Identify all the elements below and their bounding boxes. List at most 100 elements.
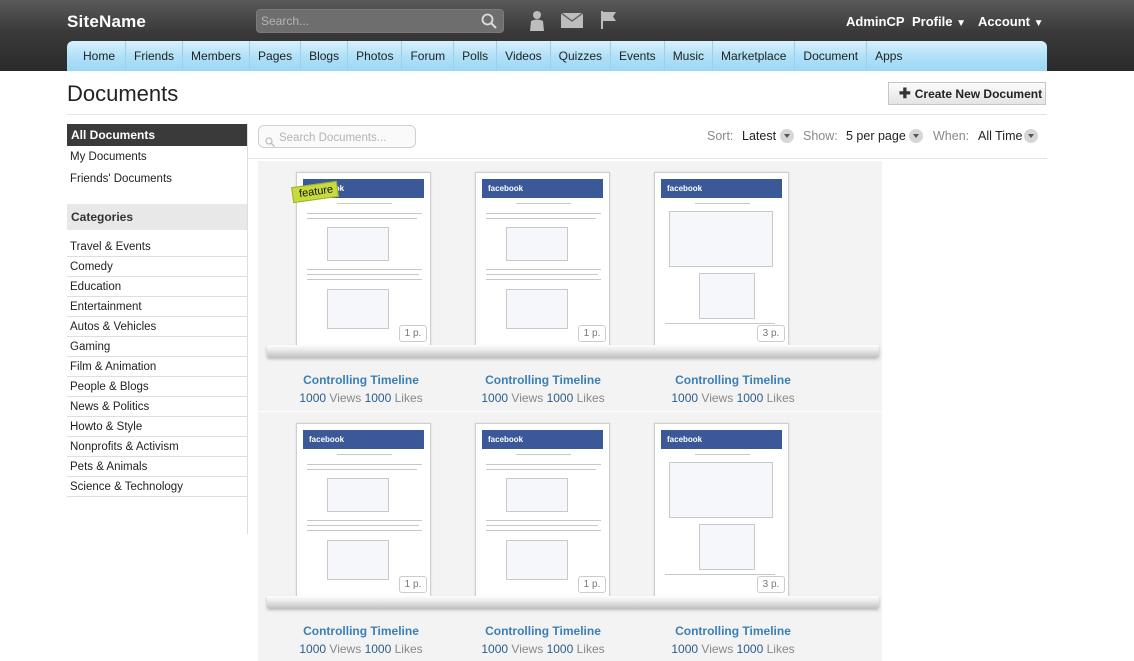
views-label: Views xyxy=(329,391,362,405)
thumbnail-header: facebook xyxy=(482,179,603,198)
account-menu[interactable]: Account ▼ xyxy=(978,14,1044,29)
category-item[interactable]: News & Politics xyxy=(67,397,247,417)
category-item[interactable]: People & Blogs xyxy=(67,377,247,397)
nav-videos[interactable]: Videos xyxy=(497,41,551,71)
views-count: 1000 xyxy=(481,642,509,656)
sidebar-item-my-documents[interactable]: My Documents xyxy=(67,146,247,168)
nav-marketplace[interactable]: Marketplace xyxy=(713,41,796,71)
category-item[interactable]: Pets & Animals xyxy=(67,457,247,477)
friends-icon[interactable] xyxy=(527,10,547,36)
admincp-link[interactable]: AdminCP xyxy=(846,14,905,29)
site-logo[interactable]: SiteName xyxy=(67,12,146,32)
category-item[interactable]: Autos & Vehicles xyxy=(67,317,247,337)
likes-count: 1000 xyxy=(546,642,574,656)
likes-label: Likes xyxy=(576,391,605,405)
nav-events[interactable]: Events xyxy=(611,41,665,71)
category-list: Travel & Events Comedy Education Enterta… xyxy=(67,237,247,497)
page-count-badge: 1 p. xyxy=(399,576,427,593)
views-count: 1000 xyxy=(299,391,327,405)
document-thumbnail[interactable]: facebook 3 p. xyxy=(654,172,789,346)
nav-document[interactable]: Document xyxy=(795,41,868,71)
document-title-link[interactable]: Controlling Timeline xyxy=(648,624,818,638)
likes-label: Likes xyxy=(576,642,605,656)
nav-friends[interactable]: Friends xyxy=(126,41,184,71)
category-item[interactable]: Nonprofits & Activism xyxy=(67,437,247,457)
document-title-link[interactable]: Controlling Timeline xyxy=(276,373,446,387)
nav-polls[interactable]: Polls xyxy=(454,41,498,71)
chevron-down-icon[interactable] xyxy=(1024,129,1038,143)
nav-pages[interactable]: Pages xyxy=(250,41,302,71)
document-title-link[interactable]: Controlling Timeline xyxy=(648,373,818,387)
account-label: Account xyxy=(978,14,1030,29)
document-title-link[interactable]: Controlling Timeline xyxy=(458,373,628,387)
document-search-input[interactable] xyxy=(259,127,415,149)
plus-icon: ✚ xyxy=(899,85,911,101)
category-item[interactable]: Entertainment xyxy=(67,297,247,317)
document-title-link[interactable]: Controlling Timeline xyxy=(458,624,628,638)
views-label: Views xyxy=(511,391,544,405)
document-stats: 1000 Views 1000 Likes xyxy=(276,391,446,405)
category-item[interactable]: Howto & Style xyxy=(67,417,247,437)
thumbnail-header: facebook xyxy=(482,430,603,449)
views-label: Views xyxy=(701,391,734,405)
flag-icon[interactable] xyxy=(600,10,618,34)
sort-select[interactable]: Latest xyxy=(742,129,776,143)
nav-blogs[interactable]: Blogs xyxy=(301,41,349,71)
document-thumbnail[interactable]: facebook 3 p. xyxy=(654,423,789,597)
sidebar-item-all-documents[interactable]: All Documents xyxy=(67,124,247,146)
category-item[interactable]: Science & Technology xyxy=(67,477,247,497)
profile-label: Profile xyxy=(912,14,953,29)
category-item[interactable]: Education xyxy=(67,277,247,297)
category-item[interactable]: Travel & Events xyxy=(67,237,247,257)
document-stats: 1000 Views 1000 Likes xyxy=(458,642,628,656)
views-count: 1000 xyxy=(481,391,509,405)
document-stats: 1000 Views 1000 Likes xyxy=(458,391,628,405)
document-stats: 1000 Views 1000 Likes xyxy=(648,642,818,656)
site-search-input[interactable] xyxy=(257,10,477,32)
mail-icon[interactable] xyxy=(560,12,584,32)
likes-count: 1000 xyxy=(546,391,574,405)
chevron-down-icon: ▼ xyxy=(1033,18,1044,29)
category-item[interactable]: Gaming xyxy=(67,337,247,357)
sidebar: All Documents My Documents Friends' Docu… xyxy=(67,124,248,534)
nav-music[interactable]: Music xyxy=(665,41,714,71)
profile-menu[interactable]: Profile ▼ xyxy=(912,14,966,29)
shelf-board xyxy=(267,345,879,357)
document-thumbnail[interactable]: facebook 1 p. xyxy=(296,423,431,597)
search-icon[interactable] xyxy=(481,13,497,33)
document-thumbnail[interactable]: facebook 1 p. xyxy=(475,423,610,597)
when-label: When: xyxy=(933,129,970,143)
chevron-down-icon[interactable] xyxy=(909,129,923,143)
main-nav: Home Friends Members Pages Blogs Photos … xyxy=(67,41,1047,71)
sidebar-item-friends-documents[interactable]: Friends' Documents xyxy=(67,168,247,190)
likes-label: Likes xyxy=(394,642,423,656)
likes-count: 1000 xyxy=(364,391,392,405)
views-count: 1000 xyxy=(299,642,327,656)
likes-label: Likes xyxy=(394,391,423,405)
document-thumbnail[interactable]: facebook 1 p. xyxy=(475,172,610,346)
thumbnail-header: facebook xyxy=(661,430,782,449)
chevron-down-icon: ▼ xyxy=(956,18,966,29)
nav-photos[interactable]: Photos xyxy=(348,41,403,71)
chevron-down-icon[interactable] xyxy=(780,129,794,143)
page-count-badge: 3 p. xyxy=(757,325,785,342)
document-search xyxy=(258,125,416,149)
thumbnail-header: facebook xyxy=(303,430,424,449)
create-document-label: Create New Document xyxy=(914,86,1043,101)
likes-label: Likes xyxy=(766,642,795,656)
nav-home[interactable]: Home xyxy=(67,41,127,71)
category-item[interactable]: Film & Animation xyxy=(67,357,247,377)
nav-quizzes[interactable]: Quizzes xyxy=(551,41,611,71)
nav-apps[interactable]: Apps xyxy=(867,41,910,71)
create-document-button[interactable]: ✚ Create New Document xyxy=(888,82,1046,105)
nav-forum[interactable]: Forum xyxy=(402,41,455,71)
document-title-link[interactable]: Controlling Timeline xyxy=(276,624,446,638)
show-label: Show: xyxy=(803,129,838,143)
category-item[interactable]: Comedy xyxy=(67,257,247,277)
nav-members[interactable]: Members xyxy=(183,41,251,71)
views-label: Views xyxy=(511,642,544,656)
show-select[interactable]: 5 per page xyxy=(846,129,906,143)
when-select[interactable]: All Time xyxy=(978,129,1022,143)
likes-count: 1000 xyxy=(364,642,392,656)
shelf-board xyxy=(267,596,879,608)
